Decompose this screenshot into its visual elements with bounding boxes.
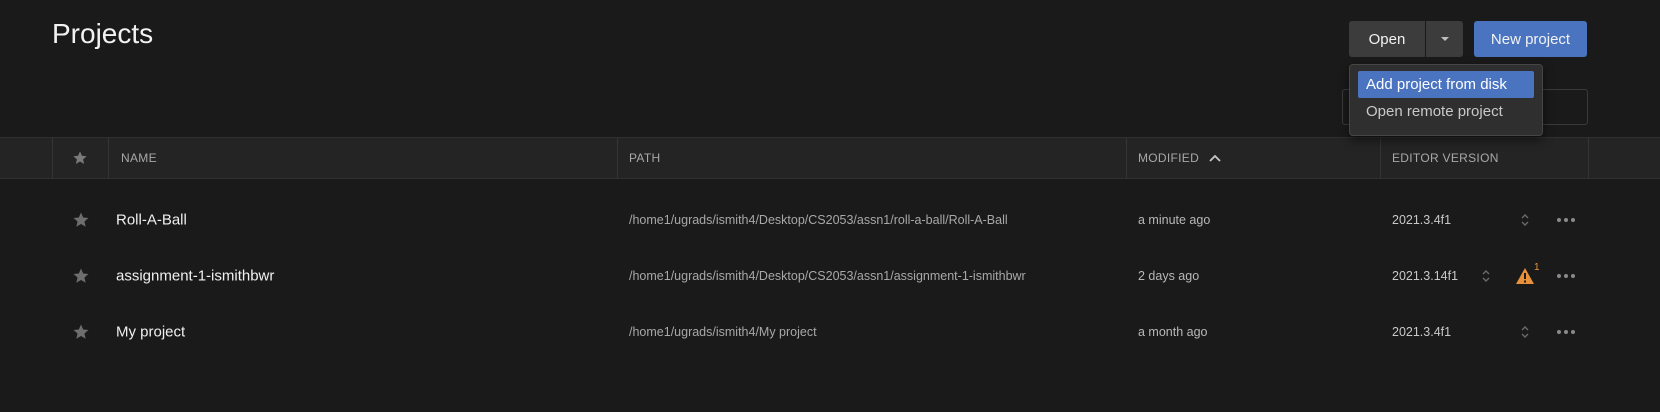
- project-editor-version: 2021.3.4f1: [1392, 213, 1452, 227]
- new-project-button[interactable]: New project: [1474, 21, 1587, 57]
- column-divider: [1588, 138, 1589, 178]
- project-name[interactable]: My project: [116, 324, 185, 341]
- more-horizontal-icon[interactable]: [1556, 329, 1576, 335]
- caret-down-icon: [1440, 37, 1449, 41]
- column-divider: [1380, 138, 1381, 178]
- more-horizontal-icon[interactable]: [1556, 217, 1576, 223]
- favorite-column-header[interactable]: [52, 138, 108, 178]
- star-icon[interactable]: [72, 323, 90, 341]
- chevron-up-icon: [1209, 154, 1221, 162]
- project-editor-version: 2021.3.4f1: [1392, 325, 1452, 339]
- more-horizontal-icon[interactable]: [1556, 273, 1576, 279]
- project-path: /home1/ugrads/ismith4/My project: [629, 325, 817, 339]
- up-down-chevron-icon[interactable]: [1520, 212, 1530, 228]
- table-row[interactable]: assignment-1-ismithbwr /home1/ugrads/ism…: [0, 248, 1660, 304]
- up-down-chevron-icon[interactable]: [1481, 268, 1491, 284]
- name-column-header[interactable]: NAME: [121, 138, 157, 178]
- warning-count: 1: [1534, 262, 1540, 273]
- project-modified: a month ago: [1138, 325, 1208, 339]
- page-title: Projects: [52, 18, 154, 49]
- warning-triangle-icon[interactable]: [1515, 267, 1535, 285]
- menu-item-add-from-disk[interactable]: Add project from disk: [1358, 71, 1534, 98]
- column-divider: [108, 138, 109, 178]
- table-row[interactable]: My project /home1/ugrads/ismith4/My proj…: [0, 304, 1660, 360]
- table-header: NAME PATH MODIFIED EDITOR VERSION: [0, 137, 1660, 179]
- column-divider: [617, 138, 618, 178]
- star-icon: [73, 151, 87, 164]
- editor-version-column-header[interactable]: EDITOR VERSION: [1392, 138, 1499, 178]
- column-divider: [1126, 138, 1127, 178]
- star-icon[interactable]: [72, 267, 90, 285]
- project-path: /home1/ugrads/ismith4/Desktop/CS2053/ass…: [629, 213, 1008, 227]
- project-path: /home1/ugrads/ismith4/Desktop/CS2053/ass…: [629, 269, 1026, 283]
- project-name[interactable]: Roll-A-Ball: [116, 212, 187, 229]
- project-editor-version: 2021.3.14f1: [1392, 269, 1459, 283]
- project-modified: 2 days ago: [1138, 269, 1200, 283]
- path-column-header[interactable]: PATH: [629, 138, 660, 178]
- open-button[interactable]: Open: [1349, 21, 1425, 57]
- project-name[interactable]: assignment-1-ismithbwr: [116, 268, 274, 285]
- open-dropdown-button[interactable]: [1426, 21, 1463, 57]
- project-modified: a minute ago: [1138, 213, 1211, 227]
- star-icon[interactable]: [72, 211, 90, 229]
- menu-item-open-remote[interactable]: Open remote project: [1358, 98, 1534, 125]
- modified-header-label: MODIFIED: [1138, 151, 1200, 165]
- projects-page: Projects Open New project Add project fr…: [0, 0, 1660, 412]
- modified-column-header[interactable]: MODIFIED: [1138, 138, 1221, 178]
- table-row[interactable]: Roll-A-Ball /home1/ugrads/ismith4/Deskto…: [0, 192, 1660, 248]
- up-down-chevron-icon[interactable]: [1520, 324, 1530, 340]
- open-dropdown-menu: Add project from disk Open remote projec…: [1349, 64, 1543, 136]
